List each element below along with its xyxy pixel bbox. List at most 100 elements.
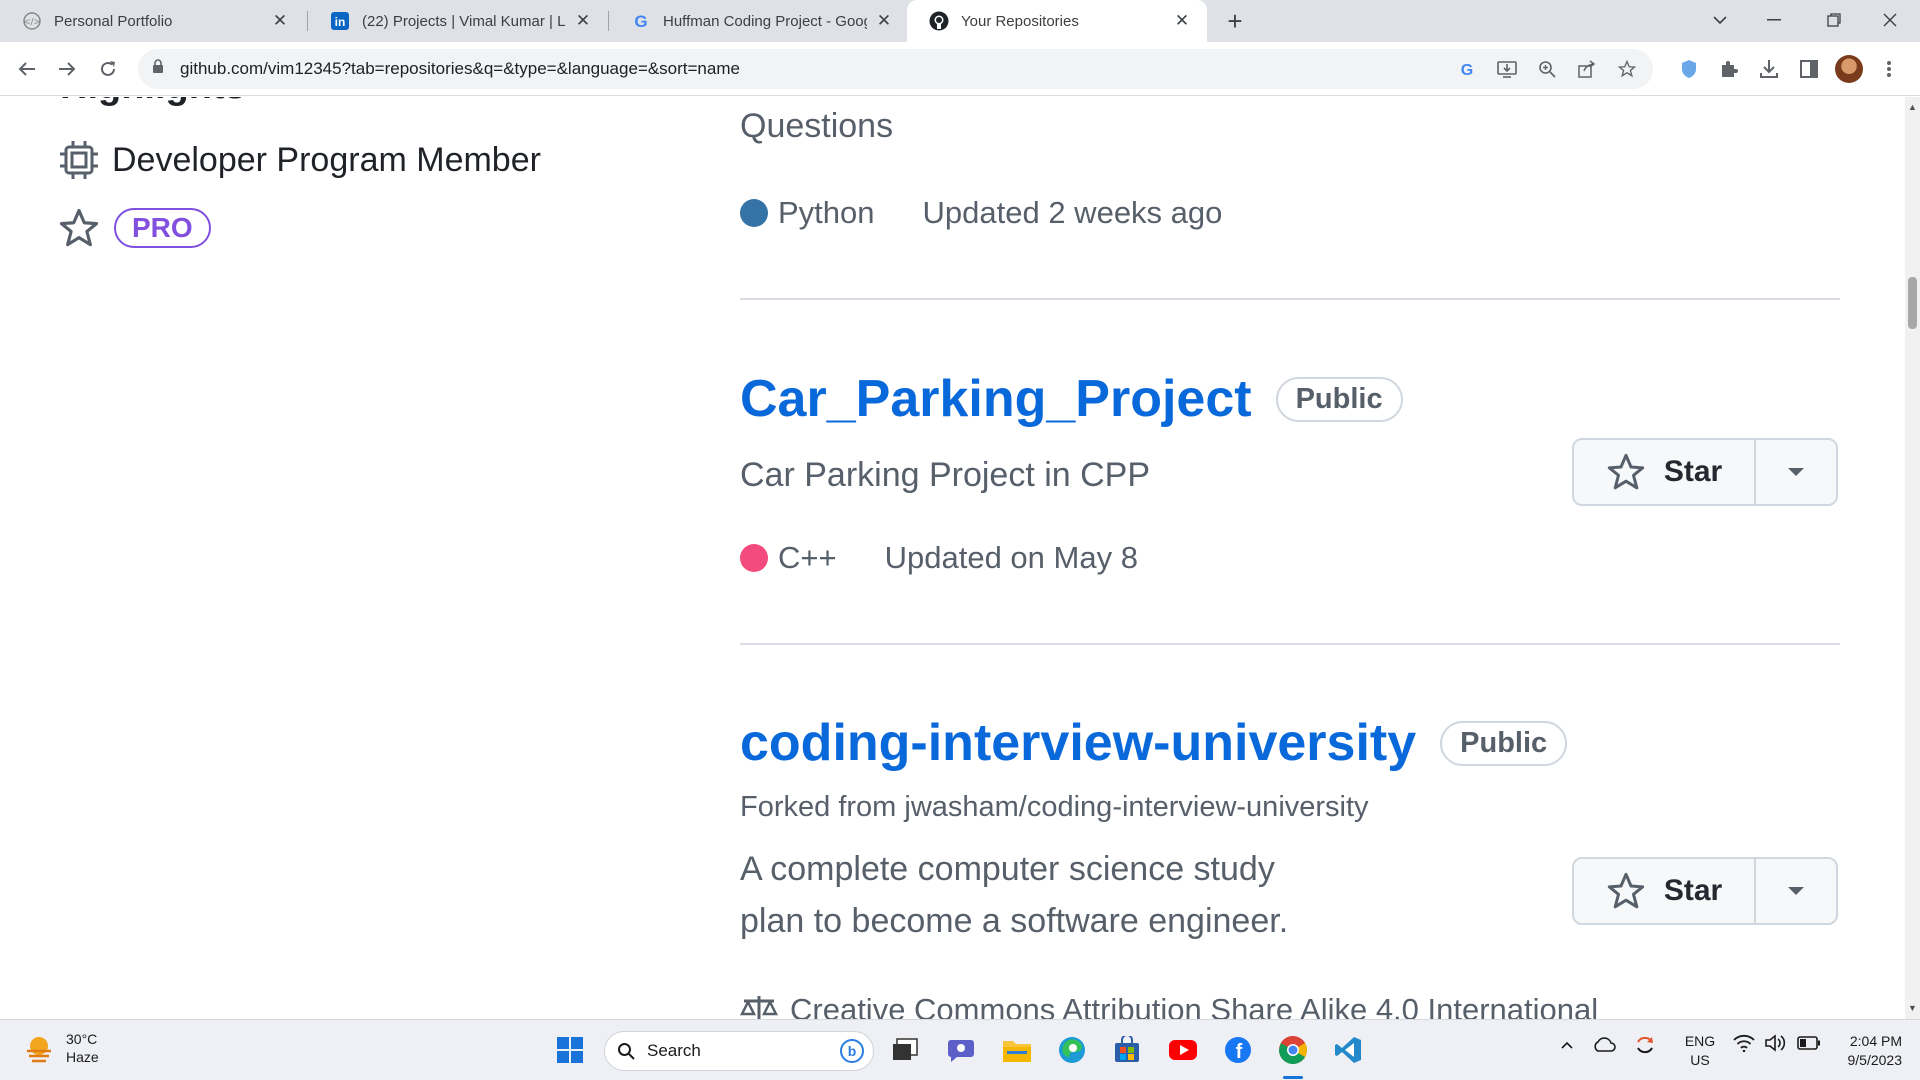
close-tab-icon[interactable]: ✕ — [269, 10, 291, 32]
sync-icon[interactable] — [1634, 1034, 1656, 1056]
tab-linkedin-projects[interactable]: in (22) Projects | Vimal Kumar | Linke ✕ — [308, 0, 608, 42]
new-tab-button[interactable]: + — [1220, 6, 1250, 36]
highlights-heading: Highlights — [60, 97, 246, 108]
repo-license: Creative Commons Attribution Share Alike… — [740, 992, 1598, 1019]
task-view-button[interactable] — [888, 1033, 922, 1067]
repo-name-link[interactable]: Car_Parking_Project — [740, 369, 1252, 429]
repo-language: C++ — [778, 540, 837, 575]
edge-app[interactable] — [1055, 1033, 1089, 1067]
language-color-dot — [740, 544, 768, 572]
forked-from-link[interactable]: Forked from jwasham/coding-interview-uni… — [740, 791, 1369, 824]
repo-name-link[interactable]: coding-interview-university — [740, 713, 1416, 773]
show-hidden-icons-chevron-icon[interactable] — [1560, 1040, 1574, 1050]
star-icon — [1607, 872, 1644, 909]
browser-toolbar: github.com/vim12345?tab=repositories&q=&… — [0, 42, 1920, 96]
quick-settings[interactable] — [1733, 1034, 1821, 1052]
profile-avatar[interactable] — [1835, 55, 1863, 83]
reload-button[interactable] — [93, 54, 123, 84]
taskbar-clock[interactable]: 2:04 PM 9/5/2023 — [1832, 1032, 1903, 1070]
vscode-app[interactable] — [1331, 1033, 1365, 1067]
repo-divider — [740, 298, 1840, 300]
teams-chat-app[interactable] — [944, 1033, 978, 1067]
tab-your-repositories[interactable]: Your Repositories ✕ — [907, 0, 1207, 42]
license-name: Creative Commons Attribution Share Alike… — [790, 992, 1599, 1019]
chrome-app[interactable] — [1276, 1033, 1310, 1067]
battery-icon — [1797, 1036, 1821, 1050]
weather-description: Haze — [66, 1049, 99, 1065]
star-button[interactable]: Star — [1574, 859, 1756, 923]
repo-description-line: A complete computer science study — [740, 850, 1275, 888]
chevron-down-icon — [1713, 16, 1727, 25]
star-list-dropdown[interactable] — [1756, 440, 1836, 504]
repo-meta: C++ Updated on May 8 — [740, 540, 1138, 576]
highlight-label: Developer Program Member — [112, 140, 541, 179]
clock-date: 9/5/2023 — [1847, 1052, 1903, 1068]
scroll-up-arrow[interactable]: ▲ — [1908, 102, 1917, 112]
address-bar[interactable]: github.com/vim12345?tab=repositories&q=&… — [138, 49, 1653, 89]
language-color-dot — [740, 199, 768, 227]
teams-chat-icon — [948, 1040, 974, 1062]
extensions-puzzle-icon[interactable] — [1715, 55, 1743, 83]
reload-icon — [101, 61, 115, 76]
chrome-icon — [1279, 1036, 1307, 1064]
close-tab-icon[interactable]: ✕ — [1171, 10, 1193, 32]
svg-text:b: b — [848, 1043, 857, 1059]
zoom-icon[interactable] — [1533, 55, 1561, 83]
repo-meta: Python Updated 2 weeks ago — [740, 195, 1222, 231]
star-list-dropdown[interactable] — [1756, 859, 1836, 923]
star-icon — [58, 207, 100, 249]
forward-button[interactable] — [52, 54, 82, 84]
google-lens-icon[interactable]: G — [1453, 55, 1481, 83]
onedrive-icon[interactable] — [1592, 1036, 1616, 1054]
extension-shield-icon[interactable] — [1675, 55, 1703, 83]
windows-taskbar: 30°C Haze Search b f ENG US 2:04 PM 9/5/… — [0, 1019, 1920, 1080]
close-window-button[interactable] — [1862, 0, 1918, 40]
system-tray — [1560, 1034, 1656, 1056]
repo-updated: Updated on May 8 — [884, 540, 1138, 575]
bookmark-star-icon[interactable] — [1613, 55, 1641, 83]
lock-icon — [152, 59, 164, 79]
tab-search-button[interactable] — [1692, 0, 1748, 40]
side-panel-icon[interactable] — [1795, 55, 1823, 83]
share-icon[interactable] — [1573, 55, 1601, 83]
file-explorer-app[interactable] — [1000, 1033, 1034, 1067]
facebook-app[interactable]: f — [1221, 1033, 1255, 1067]
task-view-icon — [893, 1038, 918, 1060]
weather-temperature: 30°C — [66, 1031, 98, 1047]
search-icon — [617, 1042, 635, 1060]
tab-personal-portfolio[interactable]: </> Personal Portfolio ✕ — [0, 0, 305, 42]
install-app-icon[interactable] — [1493, 55, 1521, 83]
back-button[interactable] — [12, 54, 42, 84]
microsoft-store-app[interactable] — [1110, 1033, 1144, 1067]
start-button[interactable] — [553, 1033, 587, 1067]
close-tab-icon[interactable]: ✕ — [873, 10, 895, 32]
repo-description-line: plan to become a software engineer. — [740, 902, 1289, 940]
input-language-indicator[interactable]: ENG US — [1682, 1032, 1718, 1070]
minimize-button[interactable] — [1746, 0, 1802, 40]
kebab-menu-icon[interactable] — [1875, 55, 1903, 83]
haze-weather-icon — [24, 1033, 54, 1063]
tab-huffman-google[interactable]: G Huffman Coding Project - Google ✕ — [609, 0, 909, 42]
star-button-label: Star — [1663, 455, 1723, 488]
weather-widget[interactable]: 30°C Haze — [24, 1030, 99, 1066]
svg-text:G: G — [1461, 62, 1473, 78]
page-scrollbar[interactable]: ▲ ▼ — [1905, 97, 1920, 1019]
close-tab-icon[interactable]: ✕ — [572, 10, 594, 32]
youtube-app[interactable] — [1166, 1033, 1200, 1067]
browser-tabstrip: </> Personal Portfolio ✕ in (22) Project… — [0, 0, 1920, 42]
search-placeholder: Search — [647, 1041, 701, 1060]
facebook-icon: f — [1225, 1037, 1251, 1063]
visibility-badge: Public — [1440, 720, 1568, 766]
scroll-thumb[interactable] — [1908, 277, 1917, 329]
highlight-developer-program[interactable]: Developer Program Member — [58, 139, 541, 181]
downloads-icon[interactable] — [1755, 55, 1783, 83]
repo-updated: Updated 2 weeks ago — [922, 195, 1223, 230]
youtube-icon — [1169, 1040, 1197, 1060]
star-button[interactable]: Star — [1574, 440, 1756, 504]
scroll-down-arrow[interactable]: ▼ — [1908, 1003, 1917, 1013]
cpu-icon — [58, 139, 100, 181]
taskbar-search[interactable]: Search b — [604, 1031, 874, 1071]
close-icon — [1883, 13, 1897, 27]
repo-header: Car_Parking_Project Public — [740, 369, 1403, 429]
restore-button[interactable] — [1806, 0, 1862, 40]
